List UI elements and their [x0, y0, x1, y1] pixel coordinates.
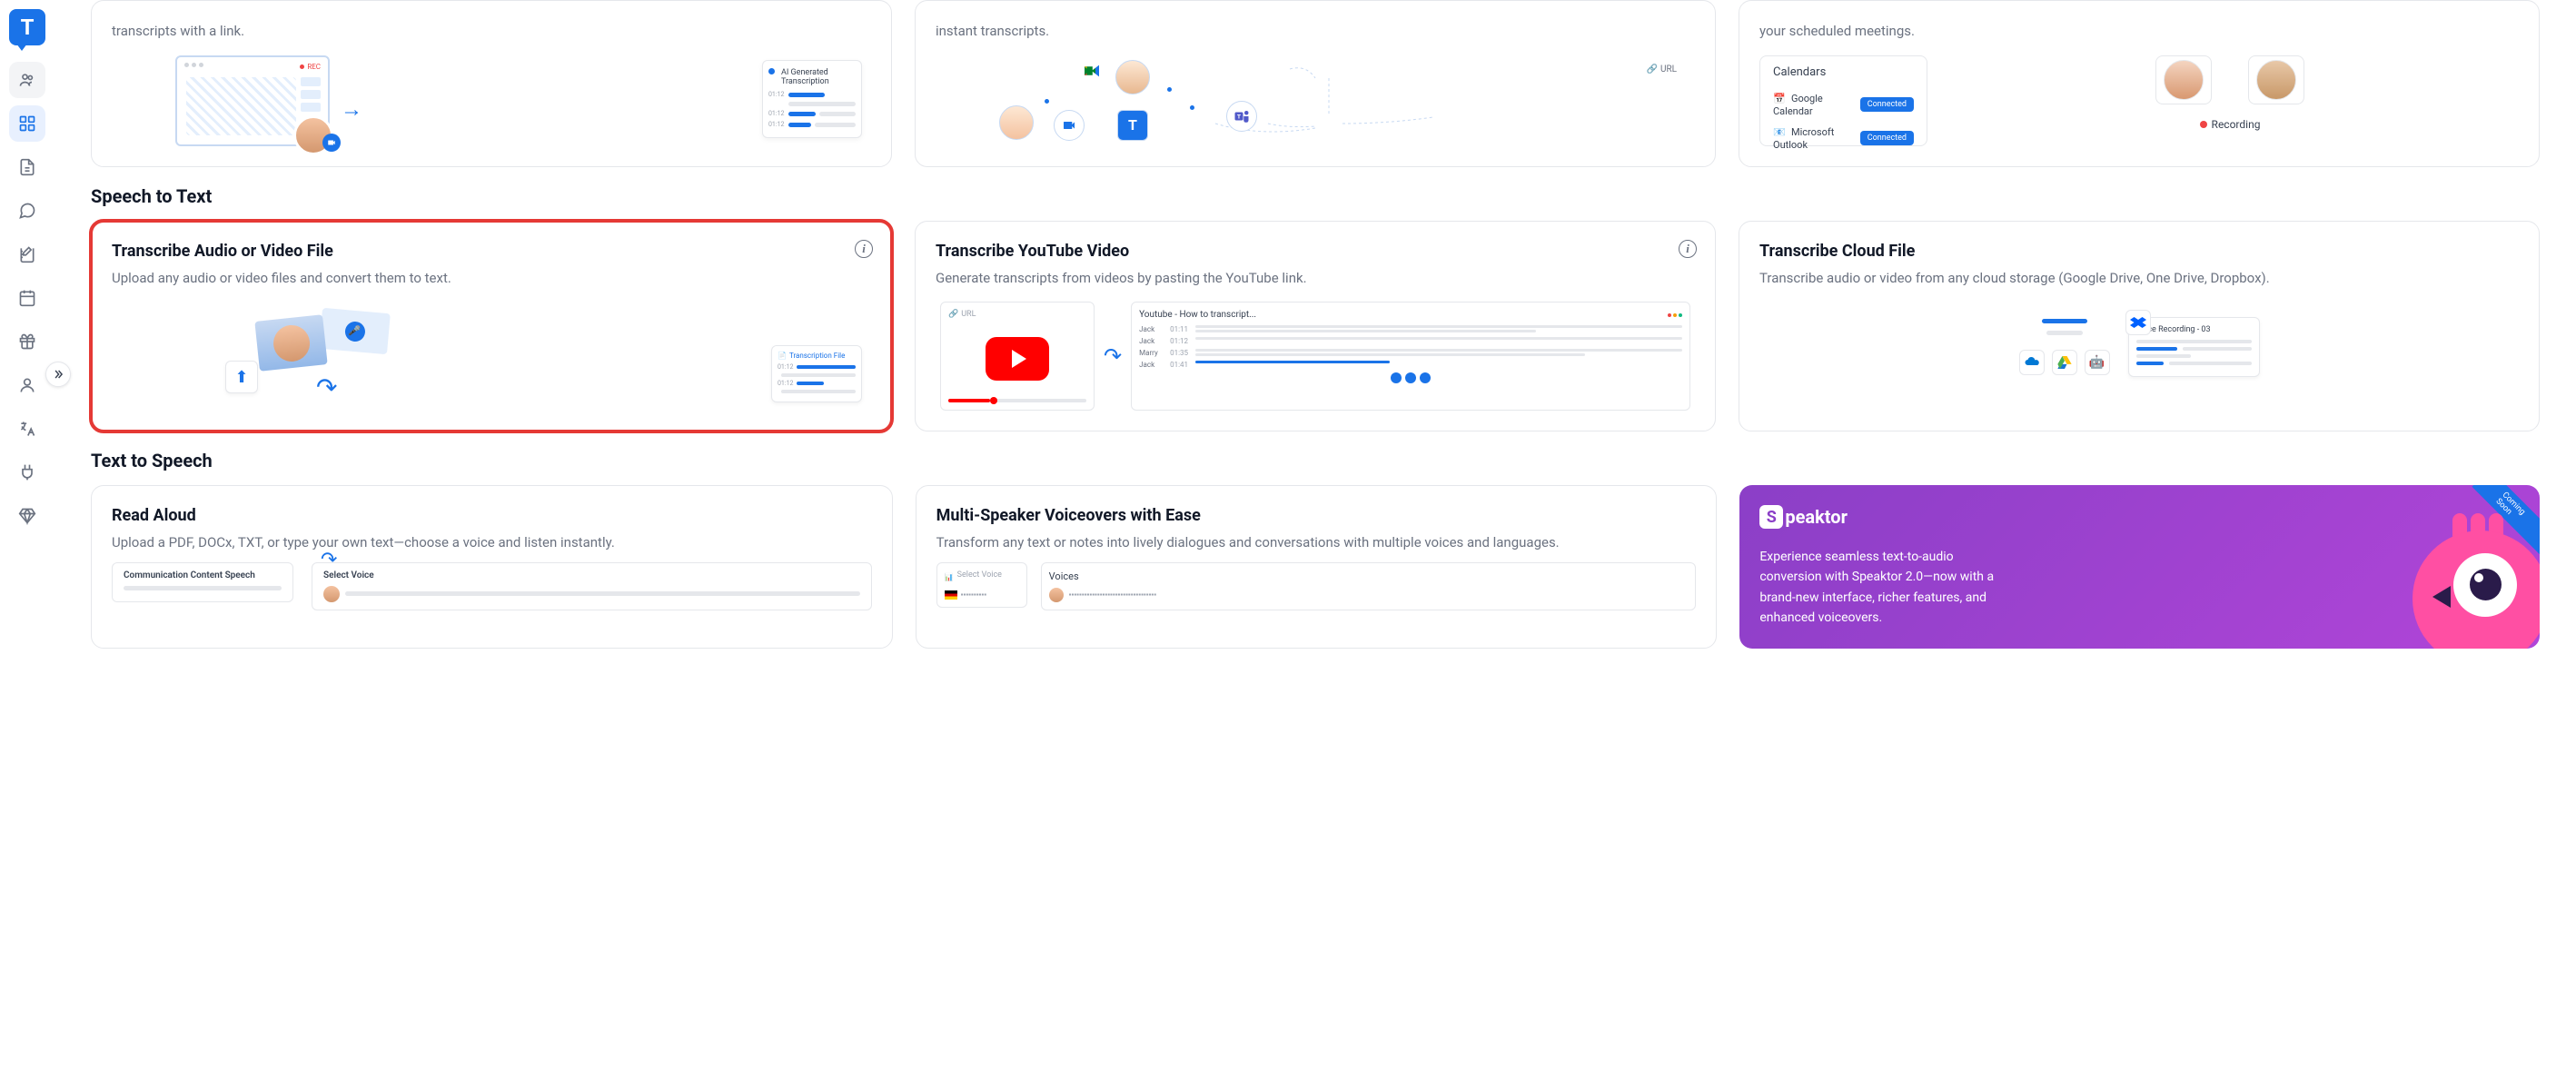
- nav-notes-icon[interactable]: [9, 236, 45, 273]
- calendars-panel: Calendars 📅Google Calendar Connected 📧Mi…: [1759, 55, 1927, 146]
- card-desc: Generate transcripts from videos by past…: [936, 268, 1695, 289]
- youtube-illustration: 🔗 URL ↷ Youtube - How to transcript... J…: [936, 302, 1695, 411]
- read-aloud-illustration: Communication Content Speech ↷ Select Vo…: [112, 553, 872, 608]
- card-title: Transcribe Audio or Video File: [112, 242, 871, 261]
- nav-team-icon[interactable]: [9, 62, 45, 98]
- nav-integrations-icon[interactable]: [9, 454, 45, 491]
- connected-badge: Connected: [1860, 131, 1914, 145]
- transcription-panel: AI Generated Transcription 01:12 01:12 0…: [762, 60, 862, 139]
- card-title: Transcribe YouTube Video: [936, 242, 1695, 261]
- card-desc: transcripts with a link.: [112, 21, 871, 42]
- url-label: 🔗 URL: [1647, 64, 1678, 74]
- arrow-icon: →: [341, 96, 362, 123]
- rec-badge: REC: [300, 63, 321, 71]
- google-calendar-icon: 📅: [1773, 93, 1786, 105]
- dropbox-icon: [2125, 310, 2151, 335]
- section-speech-to-text: Speech to Text: [91, 185, 2540, 207]
- card-multi-speaker[interactable]: Multi-Speaker Voiceovers with Ease Trans…: [916, 485, 1718, 649]
- arrow-icon: ↷: [316, 372, 337, 402]
- card-read-aloud[interactable]: Read Aloud Upload a PDF, DOCx, TXT, or t…: [91, 485, 893, 649]
- sidebar: T: [0, 0, 54, 1081]
- nav-gift-icon[interactable]: [9, 323, 45, 360]
- nav-calendar-icon[interactable]: [9, 280, 45, 316]
- avatar: [999, 105, 1034, 140]
- arrow-icon: ↷: [1104, 343, 1122, 369]
- transcribe-illustration: 🎤 ⬆ ↷ Transcription File 01:12 01:12: [112, 302, 871, 411]
- nav-premium-icon[interactable]: [9, 498, 45, 534]
- expand-sidebar-button[interactable]: [45, 362, 71, 387]
- youtube-play-icon: [986, 337, 1049, 381]
- camera-icon: [322, 134, 341, 152]
- app-logo[interactable]: T: [9, 9, 45, 45]
- microphone-icon: 🎤: [344, 321, 366, 342]
- nav-document-icon[interactable]: [9, 149, 45, 185]
- nav-dashboard-icon[interactable]: [9, 105, 45, 142]
- card-desc: Transcribe audio or video from any cloud…: [1759, 268, 2519, 289]
- section-text-to-speech: Text to Speech: [91, 450, 2540, 471]
- main-content: transcripts with a link. REC →: [54, 0, 2576, 667]
- avatar: [2256, 60, 2296, 100]
- network-illustration: T T 🔗 URL: [936, 55, 1695, 146]
- card-desc: Upload a PDF, DOCx, TXT, or type your ow…: [112, 532, 872, 553]
- speaktor-promo-card[interactable]: Coming Soon Speaktor Experience seamless…: [1739, 485, 2540, 649]
- cloud-illustration: 🤖 Voice Recording - 03: [1759, 302, 2519, 392]
- card-title: Transcribe Cloud File: [1759, 242, 2519, 261]
- nav-profile-icon[interactable]: [9, 367, 45, 403]
- nav-translate-icon[interactable]: [9, 411, 45, 447]
- card-scheduled-meetings[interactable]: your scheduled meetings. Calendars 📅Goog…: [1739, 0, 2540, 167]
- calendars-title: Calendars: [1773, 65, 1914, 79]
- google-meet-icon: [1076, 55, 1107, 86]
- outlook-icon: 📧: [1773, 126, 1786, 139]
- app-logo-small: T: [1117, 110, 1148, 141]
- avatar: [2164, 60, 2204, 100]
- germany-flag-icon: [945, 590, 957, 600]
- card-title: Multi-Speaker Voiceovers with Ease: [936, 506, 1697, 525]
- avatar: [323, 586, 340, 602]
- arrow-icon: ↷: [321, 549, 337, 571]
- info-icon[interactable]: i: [1679, 240, 1697, 258]
- card-desc: Upload any audio or video files and conv…: [112, 268, 871, 289]
- card-desc: Transform any text or notes into lively …: [936, 532, 1697, 553]
- recording-status: Recording: [2200, 118, 2261, 131]
- google-drive-icon: [2052, 350, 2077, 375]
- upload-icon: ⬆: [225, 361, 258, 393]
- card-transcribe-file[interactable]: i Transcribe Audio or Video File Upload …: [91, 221, 892, 432]
- info-icon[interactable]: i: [855, 240, 873, 258]
- card-transcribe-cloud[interactable]: Transcribe Cloud File Transcribe audio o…: [1739, 221, 2540, 432]
- card-instant-transcripts[interactable]: instant transcripts. T T 🔗: [915, 0, 1716, 167]
- avatar: [1115, 60, 1150, 94]
- multi-speaker-illustration: 📊 Select Voice ▪▪▪▪▪▪▪▪▪▪ Voices ▪▪▪▪▪▪▪…: [936, 553, 1697, 608]
- nav-chat-icon[interactable]: [9, 193, 45, 229]
- card-transcribe-youtube[interactable]: i Transcribe YouTube Video Generate tran…: [915, 221, 1716, 432]
- video-icon: [1054, 110, 1085, 141]
- avatar: [1049, 588, 1064, 602]
- card-desc: your scheduled meetings.: [1759, 21, 2519, 42]
- teams-icon: T: [1226, 101, 1257, 132]
- card-share-transcripts[interactable]: transcripts with a link. REC →: [91, 0, 892, 167]
- mascot-illustration: [2394, 512, 2540, 649]
- promo-text: Experience seamless text-to-audio conver…: [1759, 547, 2014, 629]
- onedrive-icon: [2019, 350, 2045, 375]
- card-desc: instant transcripts.: [936, 21, 1695, 42]
- card-title: Read Aloud: [112, 506, 872, 525]
- bot-icon: 🤖: [2085, 350, 2110, 375]
- connected-badge: Connected: [1860, 97, 1914, 112]
